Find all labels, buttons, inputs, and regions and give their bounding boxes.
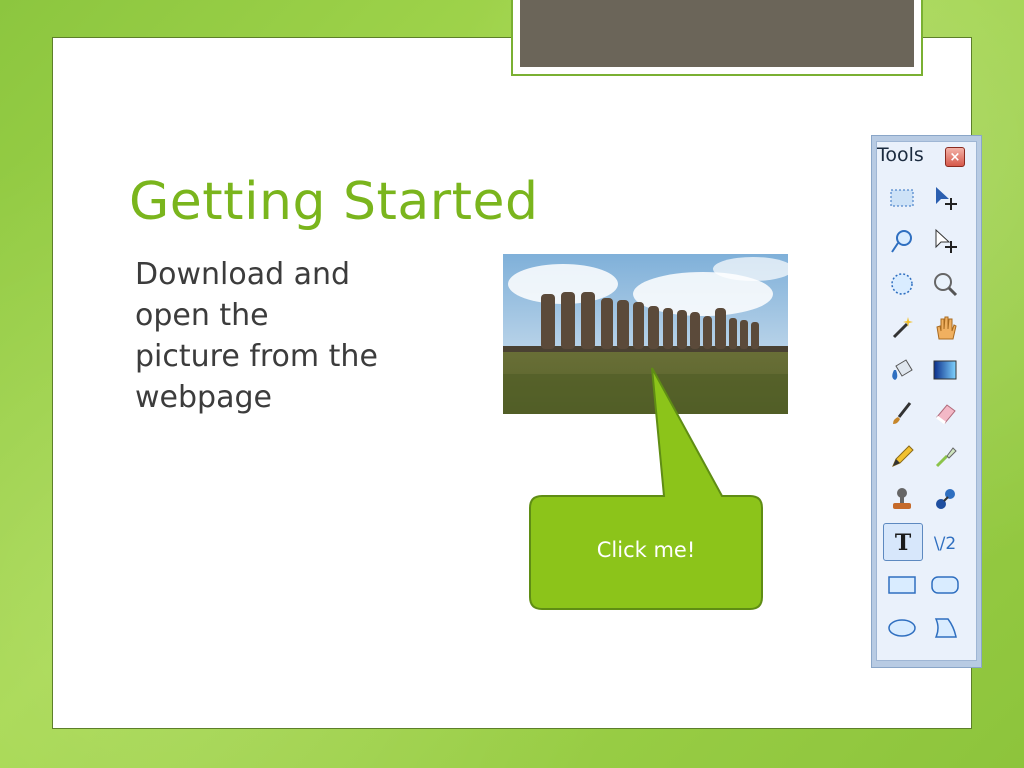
zoom-icon[interactable]	[927, 266, 963, 302]
gradient-icon[interactable]	[927, 352, 963, 388]
callout-bubble[interactable]	[528, 365, 764, 611]
freeform-shape-icon[interactable]	[927, 610, 963, 646]
move-selection-outline-icon[interactable]	[927, 223, 963, 259]
move-selection-icon[interactable]	[927, 180, 963, 216]
body-line: Download and	[135, 257, 351, 292]
eraser-icon[interactable]	[927, 395, 963, 431]
paintbrush-icon[interactable]	[884, 395, 920, 431]
tools-panel: Tools × T \/2	[871, 135, 982, 668]
body-line: picture from the	[135, 339, 378, 374]
slide-title: Getting Started	[129, 172, 539, 232]
body-line: open the	[135, 298, 269, 333]
body-line: webpage	[135, 380, 272, 415]
clone-stamp-icon[interactable]	[884, 481, 920, 517]
rounded-rectangle-icon[interactable]	[927, 567, 963, 603]
svg-text:\/2: \/2	[934, 534, 956, 554]
rectangle-icon[interactable]	[884, 567, 920, 603]
paint-bucket-icon[interactable]	[884, 352, 920, 388]
close-icon[interactable]: ×	[945, 147, 965, 167]
svg-text:T: T	[895, 530, 912, 556]
lasso-select-icon[interactable]	[884, 223, 920, 259]
magic-wand-icon[interactable]	[884, 309, 920, 345]
color-picker-icon[interactable]	[927, 438, 963, 474]
rectangle-select-icon[interactable]	[884, 180, 920, 216]
recolor-icon[interactable]	[927, 481, 963, 517]
pan-icon[interactable]	[927, 309, 963, 345]
slide-body-text: Download and open the picture from the w…	[135, 254, 435, 418]
header-tab-band	[520, 0, 914, 67]
pencil-icon[interactable]	[884, 438, 920, 474]
ellipse-select-icon[interactable]	[884, 266, 920, 302]
text-icon[interactable]: T	[883, 523, 923, 561]
callout-label: Click me!	[596, 538, 696, 562]
ellipse-icon[interactable]	[884, 610, 920, 646]
line-curve-icon[interactable]: \/2	[927, 524, 963, 560]
tools-panel-title: Tools	[877, 144, 924, 166]
